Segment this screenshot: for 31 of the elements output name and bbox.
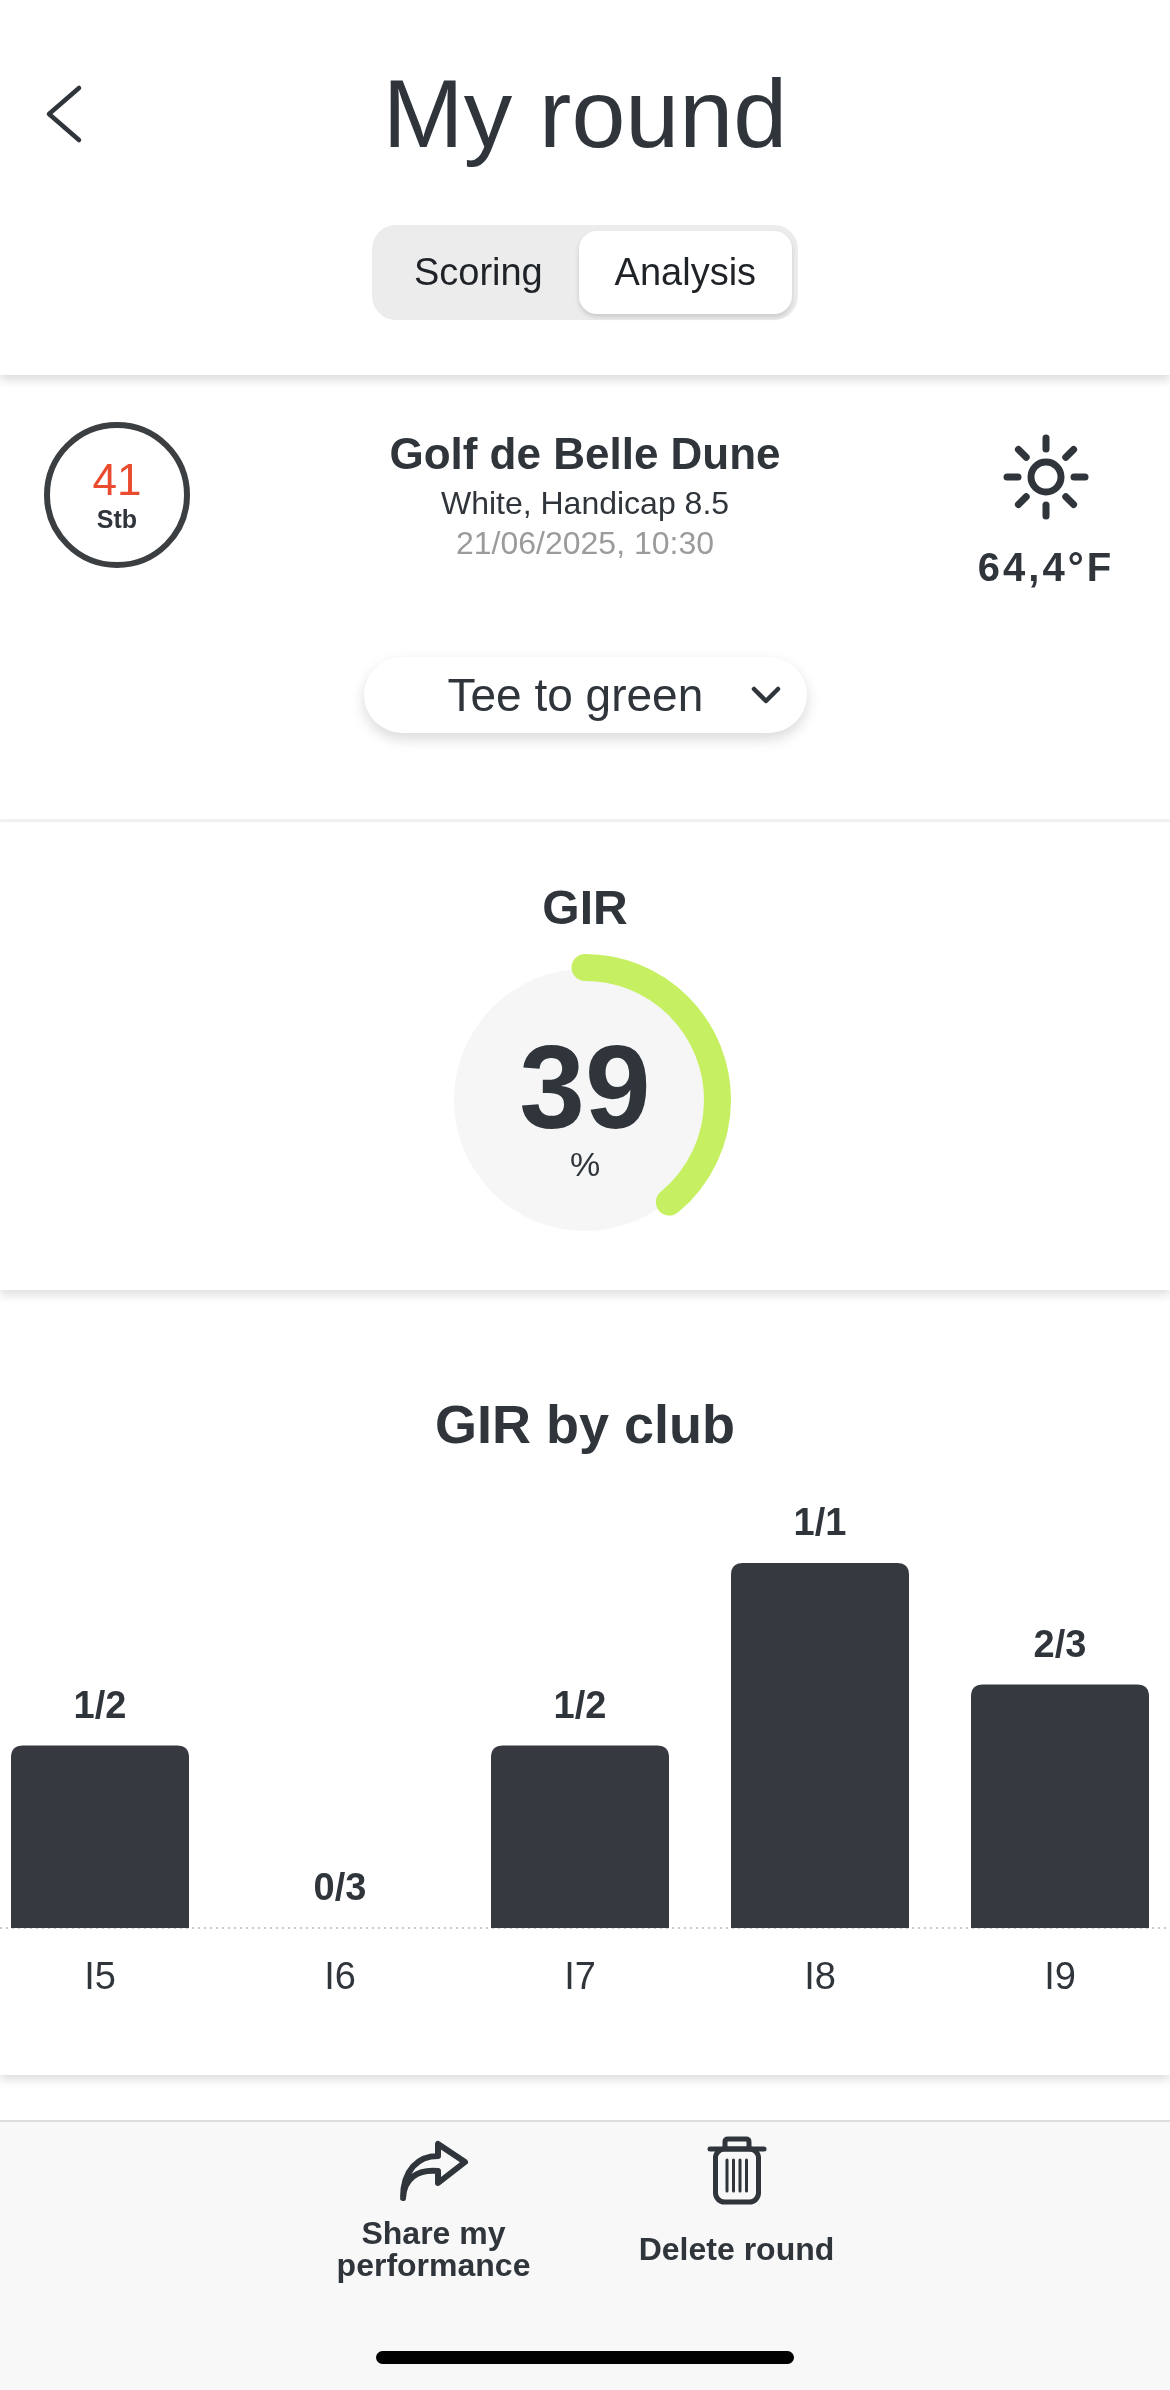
sun-icon — [1002, 433, 1090, 521]
delete-button[interactable]: Delete round — [616, 2133, 857, 2281]
axis-label: I7 — [564, 1955, 596, 1997]
score-value: 41 — [92, 457, 142, 503]
tab[interactable]: Scoring — [378, 231, 579, 314]
round-details: White, Handicap 8.5 — [440, 484, 730, 523]
share-button[interactable]: Share my performance — [313, 2133, 554, 2281]
gauge-unit: % — [569, 1146, 601, 1182]
trash-icon — [706, 2136, 767, 2206]
axis-label: I9 — [1044, 1955, 1076, 1997]
back-button[interactable] — [44, 84, 84, 144]
card-title: GIR — [542, 880, 628, 936]
axis-label: I6 — [324, 1955, 356, 1997]
chevron-left-icon — [44, 84, 84, 144]
axis-label: I8 — [804, 1955, 836, 1997]
round-date: 21/06/2025, 10:30 — [456, 524, 714, 563]
score-unit: Stb — [96, 505, 138, 533]
gauge-value: 39 — [519, 1028, 651, 1146]
filter-dropdown[interactable]: Tee to green — [363, 657, 807, 733]
bar-value-label: 1/2 — [553, 1683, 607, 1726]
bar-value-label: 2/3 — [1033, 1622, 1087, 1665]
chart-title: GIR by club — [434, 1393, 735, 1455]
bar-value-label: 1/1 — [793, 1501, 847, 1543]
chevron-down-icon — [750, 686, 781, 704]
axis-label: I5 — [84, 1955, 116, 1997]
bar-value-label: 1/2 — [73, 1683, 127, 1726]
tab[interactable]: Analysis — [578, 231, 792, 314]
temperature: 64,4°F — [977, 544, 1115, 591]
course-name: Golf de Belle Dune — [389, 428, 781, 480]
share-icon — [397, 2140, 470, 2202]
bar-value-label: 0/3 — [313, 1866, 367, 1908]
